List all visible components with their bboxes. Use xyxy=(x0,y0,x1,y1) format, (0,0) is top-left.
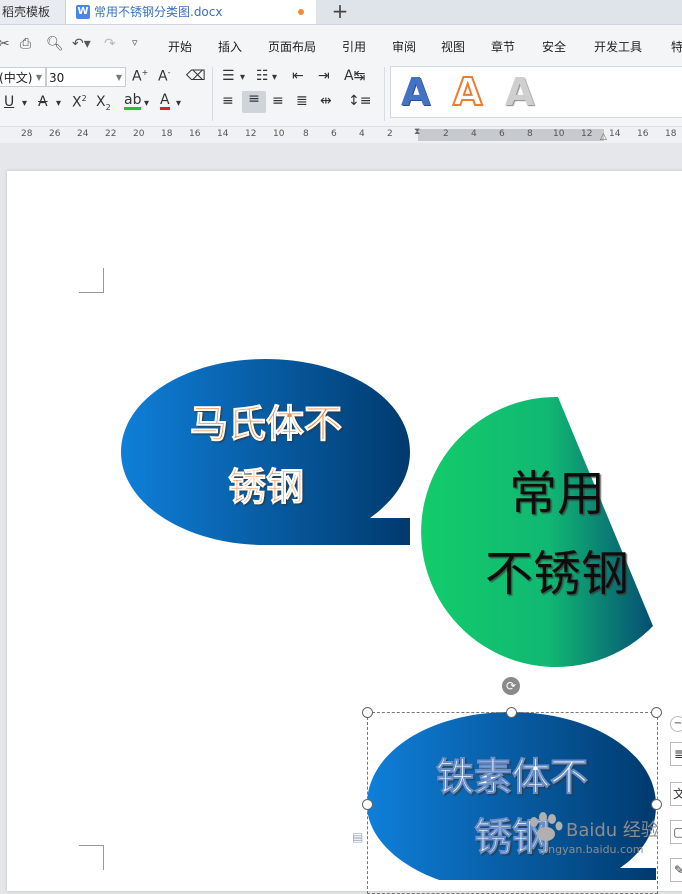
text-wrap-icon[interactable]: 文 xyxy=(670,782,682,806)
martensitic-label-line1: 马氏体不 xyxy=(190,402,342,446)
common-label-line1: 常用 xyxy=(509,466,605,522)
baidu-paw-icon xyxy=(530,812,563,841)
resize-handle-top-left[interactable] xyxy=(362,707,373,718)
resize-handle-top-right[interactable] xyxy=(651,707,662,718)
edit-shape-icon[interactable]: ✎ xyxy=(670,858,682,882)
resize-handle-top[interactable] xyxy=(506,707,517,718)
layout-options-icon[interactable]: ≣ xyxy=(670,742,682,766)
martensitic-label-line2: 锈钢 xyxy=(228,465,304,509)
shape-fill-icon[interactable]: ▢ xyxy=(670,820,682,844)
rotate-handle-icon[interactable]: ⟳ xyxy=(502,677,520,695)
martensitic-callout-shape[interactable]: 马氏体不 锈钢 xyxy=(121,359,410,545)
collapse-panel-icon[interactable]: − xyxy=(670,716,682,732)
resize-handle-left[interactable] xyxy=(362,799,373,810)
selection-frame xyxy=(367,712,658,894)
resize-handle-right[interactable] xyxy=(651,799,662,810)
common-label-line2: 不锈钢 xyxy=(485,546,629,602)
common-pie-shape[interactable]: 常用 不锈钢 xyxy=(421,396,653,667)
watermark-text: Baidu 经验 xyxy=(566,820,659,841)
watermark-url: jingyan.baidu.com xyxy=(542,843,644,856)
paragraph-anchor-icon: ▤ xyxy=(352,830,364,844)
